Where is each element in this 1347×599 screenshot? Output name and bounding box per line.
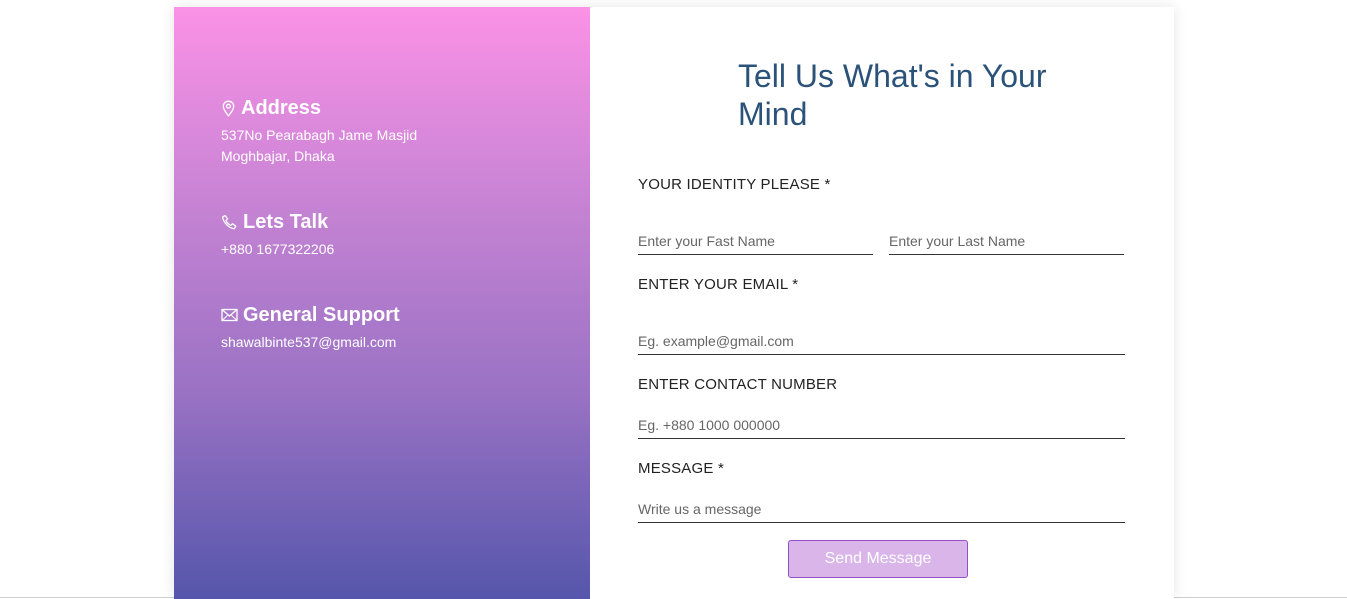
identity-label: YOUR IDENTITY PLEASE * <box>638 176 831 193</box>
contact-number-input[interactable] <box>638 411 1125 439</box>
phone-icon <box>221 214 238 231</box>
lets-talk-block: Lets Talk +880 1677322206 <box>221 209 334 260</box>
contact-number-label: ENTER CONTACT NUMBER <box>638 376 838 393</box>
last-name-input[interactable] <box>889 227 1124 255</box>
email-label: ENTER YOUR EMAIL * <box>638 276 799 293</box>
message-input[interactable] <box>638 495 1125 523</box>
contact-card: Address 537No Pearabagh Jame Masjid Mogh… <box>174 7 1174 599</box>
email-input[interactable] <box>638 327 1125 355</box>
contact-info-panel: Address 537No Pearabagh Jame Masjid Mogh… <box>174 7 590 599</box>
address-text: 537No Pearabagh Jame Masjid Moghbajar, D… <box>221 125 417 167</box>
general-support-block: General Support shawalbinte537@gmail.com <box>221 302 400 353</box>
map-pin-icon <box>221 100 236 117</box>
address-block: Address 537No Pearabagh Jame Masjid Mogh… <box>221 95 417 167</box>
send-message-button[interactable]: Send Message <box>788 540 968 578</box>
support-email[interactable]: shawalbinte537@gmail.com <box>221 332 400 353</box>
envelope-icon <box>221 308 238 322</box>
address-heading-row: Address <box>221 95 417 121</box>
lets-talk-heading: Lets Talk <box>243 211 329 233</box>
form-title: Tell Us What's in Your Mind <box>738 58 1047 132</box>
general-support-heading: General Support <box>243 304 400 326</box>
first-name-input[interactable] <box>638 227 873 255</box>
message-label: MESSAGE * <box>638 460 724 477</box>
general-support-heading-row: General Support <box>221 302 400 328</box>
address-line-2: Moghbajar, Dhaka <box>221 148 335 164</box>
phone-number: +880 1677322206 <box>221 241 335 257</box>
contact-form-panel: Tell Us What's in Your Mind YOUR IDENTIT… <box>590 7 1174 599</box>
address-heading: Address <box>241 97 322 119</box>
lets-talk-heading-row: Lets Talk <box>221 209 334 235</box>
address-line-1: 537No Pearabagh Jame Masjid <box>221 127 418 143</box>
